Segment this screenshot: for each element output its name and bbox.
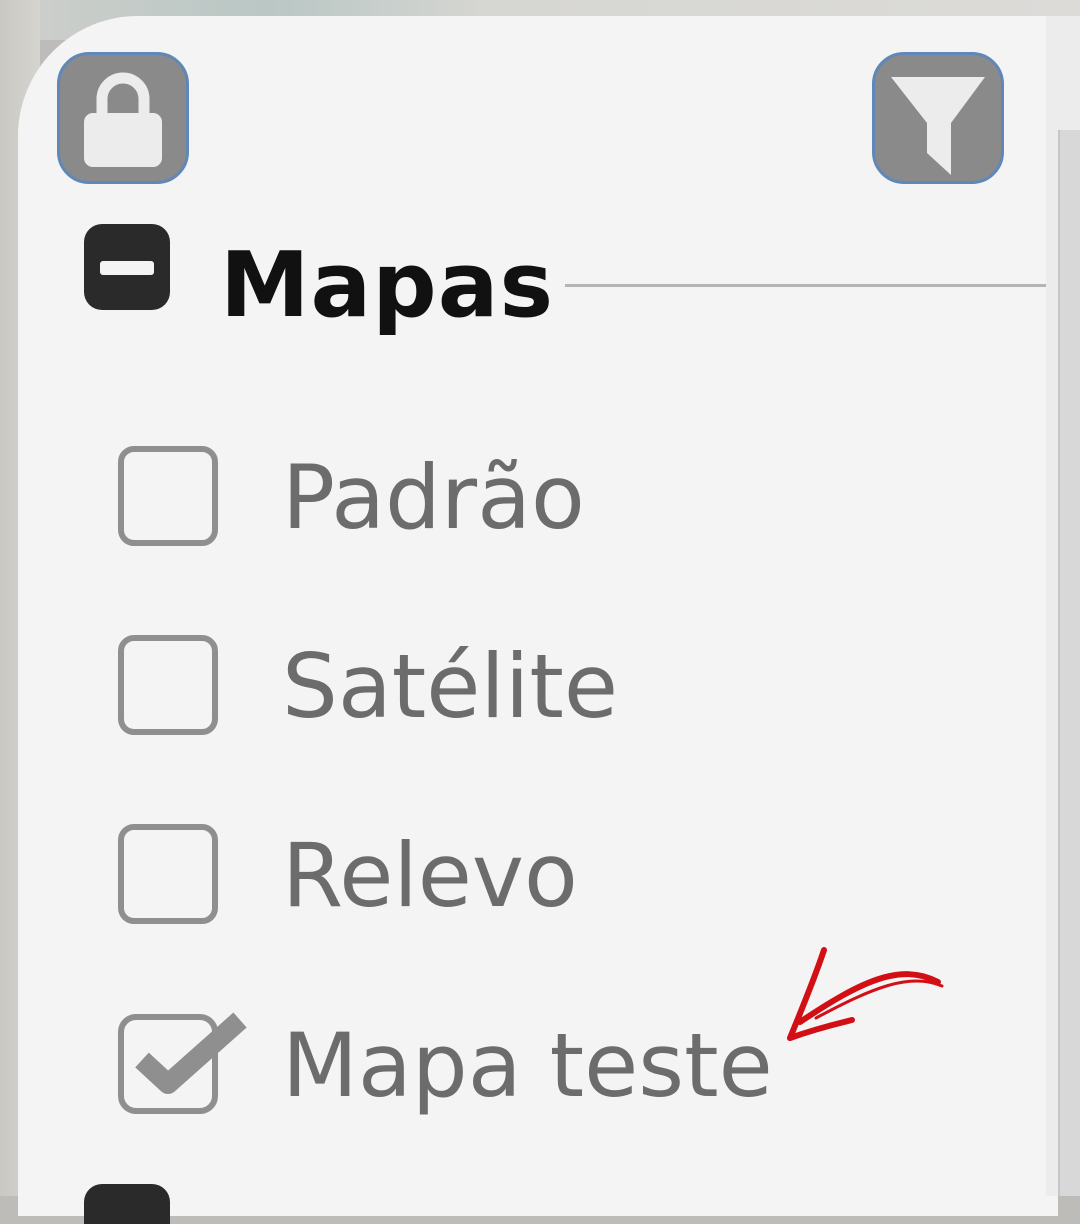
minus-bar — [100, 261, 154, 275]
layer-label: Relevo — [282, 824, 578, 927]
red-arrow-icon — [787, 947, 944, 1041]
checked-checkbox-icon[interactable] — [118, 1000, 258, 1120]
layer-checkbox[interactable] — [118, 635, 218, 735]
layer-checkbox[interactable] — [118, 824, 218, 924]
layer-item-relevo[interactable]: Relevo — [112, 824, 1012, 944]
section-title: Mapas — [220, 233, 555, 338]
collapse-section-icon[interactable] — [84, 224, 170, 310]
header-divider — [565, 284, 1046, 287]
filter-button[interactable] — [872, 52, 1004, 184]
layer-item-satelite[interactable]: Satélite — [112, 635, 1012, 755]
filter-icon — [891, 77, 985, 175]
section-header-mapas: Mapas — [80, 220, 1050, 340]
layer-label: Satélite — [282, 635, 618, 738]
next-section-collapse-icon[interactable] — [84, 1184, 170, 1224]
layer-label: Padrão — [282, 446, 585, 549]
layer-checkbox[interactable] — [118, 446, 218, 546]
layer-item-padrao[interactable]: Padrão — [112, 446, 1012, 566]
scrollbar[interactable] — [1058, 130, 1080, 1196]
lock-icon — [84, 72, 162, 167]
layer-label: Mapa teste — [282, 1014, 773, 1117]
lock-button[interactable] — [57, 52, 189, 184]
